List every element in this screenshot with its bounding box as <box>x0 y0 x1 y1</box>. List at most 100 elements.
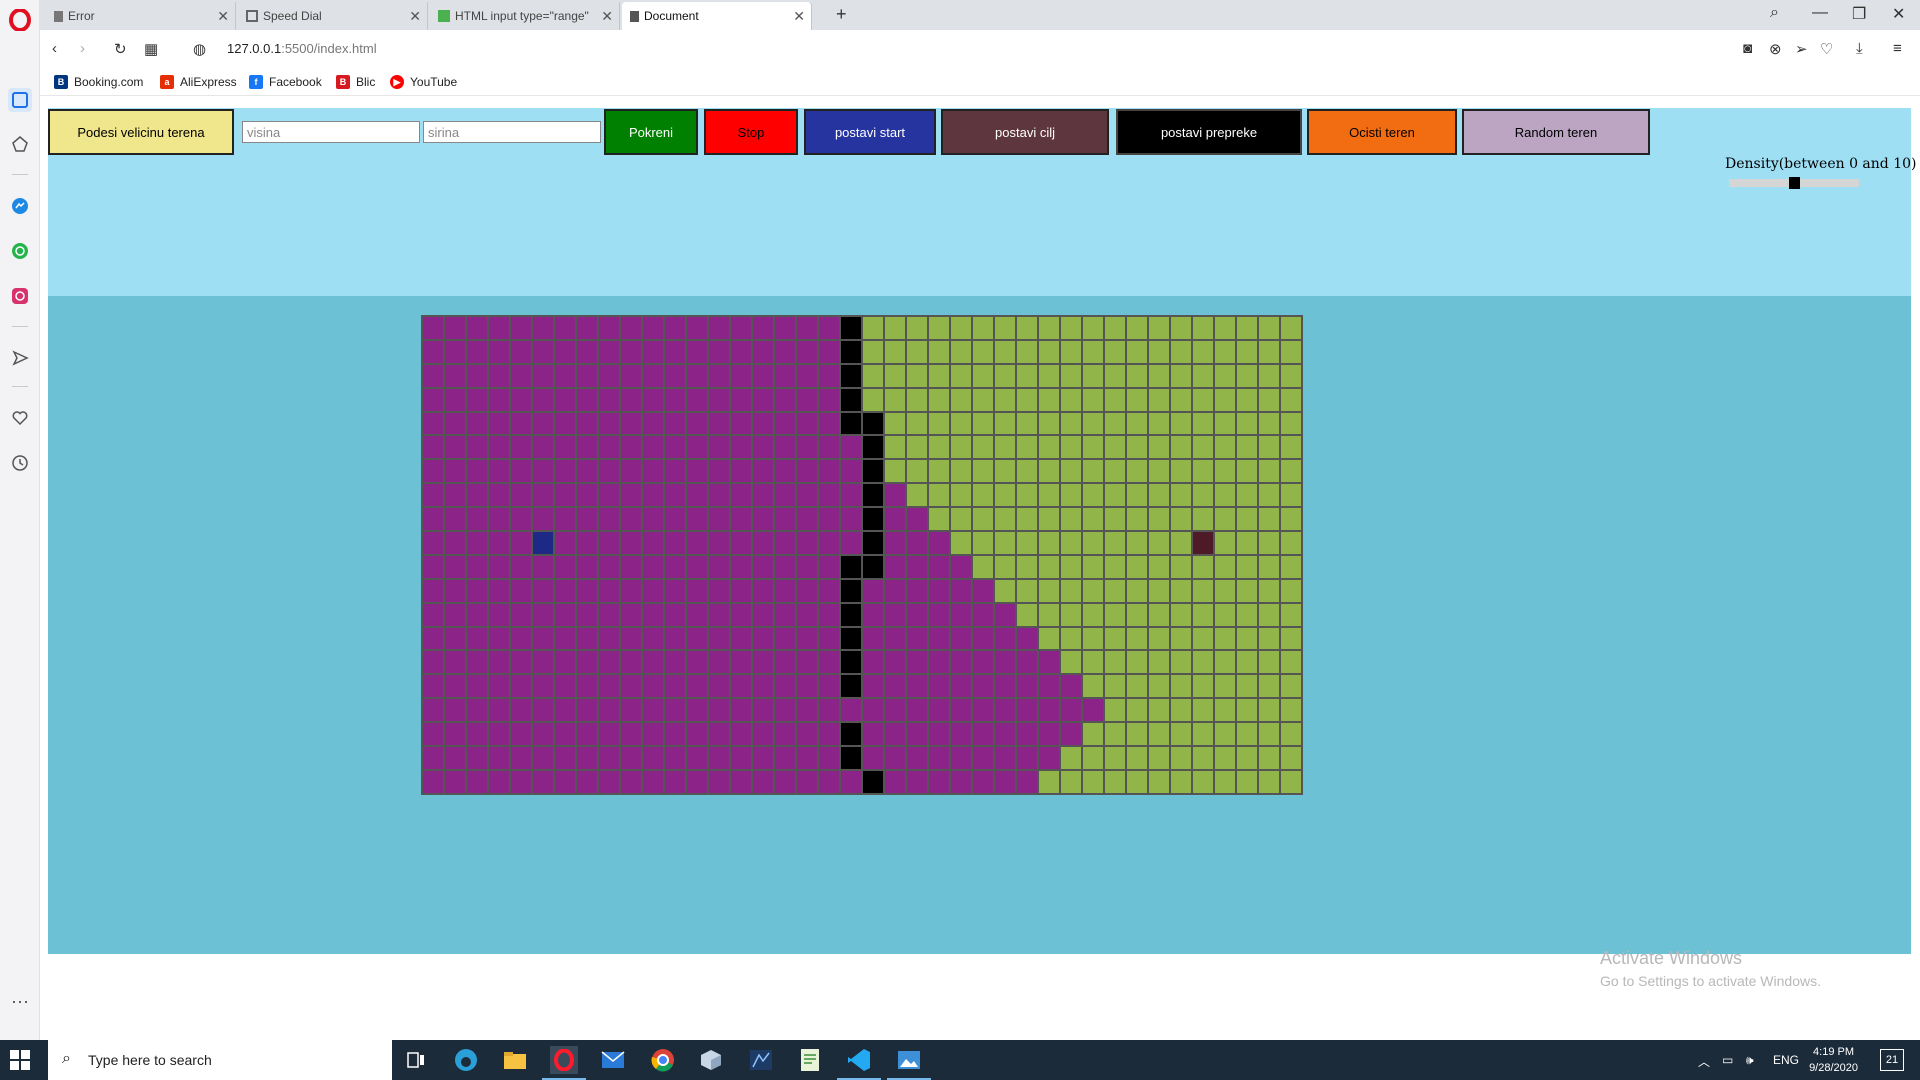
visited-cell[interactable] <box>511 651 531 674</box>
taskbar-clock[interactable]: 4:19 PM 9/28/2020 <box>1809 1044 1858 1076</box>
visited-cell[interactable] <box>555 579 575 602</box>
grid-cell[interactable] <box>1237 675 1257 698</box>
grid-cell[interactable] <box>863 317 883 339</box>
visited-cell[interactable] <box>753 532 773 554</box>
grid-cell[interactable] <box>973 436 993 459</box>
grid-cell[interactable] <box>1237 484 1257 507</box>
grid-cell[interactable] <box>885 317 905 339</box>
grid-cell[interactable] <box>1215 723 1235 746</box>
visited-cell[interactable] <box>819 579 839 602</box>
visited-cell[interactable] <box>665 699 685 722</box>
visited-cell[interactable] <box>511 699 531 722</box>
visited-cell[interactable] <box>907 675 927 698</box>
visited-cell[interactable] <box>533 675 553 698</box>
visited-cell[interactable] <box>621 627 641 650</box>
grid-cell[interactable] <box>1281 340 1301 363</box>
grid-cell[interactable] <box>1215 651 1235 674</box>
visited-cell[interactable] <box>533 460 553 483</box>
visited-cell[interactable] <box>709 532 729 554</box>
visited-cell[interactable] <box>643 770 663 793</box>
notepad-app-icon[interactable] <box>796 1046 824 1074</box>
visited-cell[interactable] <box>533 627 553 650</box>
visited-cell[interactable] <box>841 508 861 531</box>
visited-cell[interactable] <box>929 651 949 674</box>
visited-cell[interactable] <box>599 412 619 435</box>
visited-cell[interactable] <box>709 460 729 483</box>
grid-cell[interactable] <box>1083 532 1103 554</box>
wall-cell[interactable] <box>841 747 861 769</box>
visited-cell[interactable] <box>907 723 927 746</box>
bookmark-youtube[interactable]: ▶ YouTube <box>390 75 457 89</box>
visited-cell[interactable] <box>863 747 883 769</box>
visited-cell[interactable] <box>753 340 773 363</box>
visited-cell[interactable] <box>775 436 795 459</box>
grid-cell[interactable] <box>1215 484 1235 507</box>
visited-cell[interactable] <box>643 532 663 554</box>
volume-icon[interactable]: 🕪 <box>1746 1053 1754 1068</box>
visited-cell[interactable] <box>753 412 773 435</box>
grid-cell[interactable] <box>1215 340 1235 363</box>
grid-cell[interactable] <box>995 317 1015 339</box>
grid-cell[interactable] <box>1259 603 1279 626</box>
visited-cell[interactable] <box>489 699 509 722</box>
grid-cell[interactable] <box>1039 555 1059 578</box>
visited-cell[interactable] <box>687 532 707 554</box>
visited-cell[interactable] <box>731 699 751 722</box>
edge-icon[interactable] <box>452 1046 480 1074</box>
grid-cell[interactable] <box>1105 460 1125 483</box>
visited-cell[interactable] <box>973 699 993 722</box>
visited-cell[interactable] <box>687 699 707 722</box>
grid-cell[interactable] <box>1149 555 1169 578</box>
grid-cell[interactable] <box>1149 340 1169 363</box>
grid-cell[interactable] <box>1193 484 1213 507</box>
pinboard-icon[interactable] <box>8 132 32 156</box>
bookmark-facebook[interactable]: f Facebook <box>249 75 322 89</box>
grid-cell[interactable] <box>1083 388 1103 411</box>
grid-cell[interactable] <box>1039 388 1059 411</box>
visited-cell[interactable] <box>995 675 1015 698</box>
visited-cell[interactable] <box>467 532 487 554</box>
grid-cell[interactable] <box>1017 603 1037 626</box>
visited-cell[interactable] <box>731 747 751 769</box>
set-size-button[interactable]: Podesi velicinu terena <box>48 109 234 155</box>
mail-icon[interactable] <box>599 1046 627 1074</box>
grid-cell[interactable] <box>1193 460 1213 483</box>
visited-cell[interactable] <box>643 412 663 435</box>
grid-cell[interactable] <box>1193 364 1213 387</box>
visited-cell[interactable] <box>819 508 839 531</box>
visited-cell[interactable] <box>797 627 817 650</box>
grid-cell[interactable] <box>951 364 971 387</box>
visited-cell[interactable] <box>731 412 751 435</box>
grid-cell[interactable] <box>1149 603 1169 626</box>
visited-cell[interactable] <box>797 675 817 698</box>
grid-cell[interactable] <box>1127 747 1147 769</box>
grid-cell[interactable] <box>973 317 993 339</box>
window-close-icon[interactable]: ✕ <box>1892 4 1905 24</box>
grid-cell[interactable] <box>1083 675 1103 698</box>
grid-cell[interactable] <box>951 412 971 435</box>
visited-cell[interactable] <box>489 579 509 602</box>
visited-cell[interactable] <box>577 484 597 507</box>
visited-cell[interactable] <box>643 340 663 363</box>
visited-cell[interactable] <box>467 699 487 722</box>
visited-cell[interactable] <box>445 555 465 578</box>
visited-cell[interactable] <box>775 603 795 626</box>
bookmark-heart-icon[interactable]: ♡ <box>1820 40 1833 58</box>
density-slider-thumb[interactable] <box>1788 177 1800 189</box>
grid-cell[interactable] <box>1017 317 1037 339</box>
grid-cell[interactable] <box>1259 675 1279 698</box>
grid-cell[interactable] <box>1281 388 1301 411</box>
grid-cell[interactable] <box>1017 460 1037 483</box>
visited-cell[interactable] <box>467 317 487 339</box>
visited-cell[interactable] <box>863 675 883 698</box>
visited-cell[interactable] <box>511 340 531 363</box>
visited-cell[interactable] <box>775 460 795 483</box>
visited-cell[interactable] <box>907 770 927 793</box>
visited-cell[interactable] <box>775 388 795 411</box>
grid-cell[interactable] <box>1149 723 1169 746</box>
grid-cell[interactable] <box>1017 555 1037 578</box>
visited-cell[interactable] <box>445 484 465 507</box>
visited-cell[interactable] <box>687 723 707 746</box>
grid-cell[interactable] <box>1061 579 1081 602</box>
grid-cell[interactable] <box>1237 723 1257 746</box>
